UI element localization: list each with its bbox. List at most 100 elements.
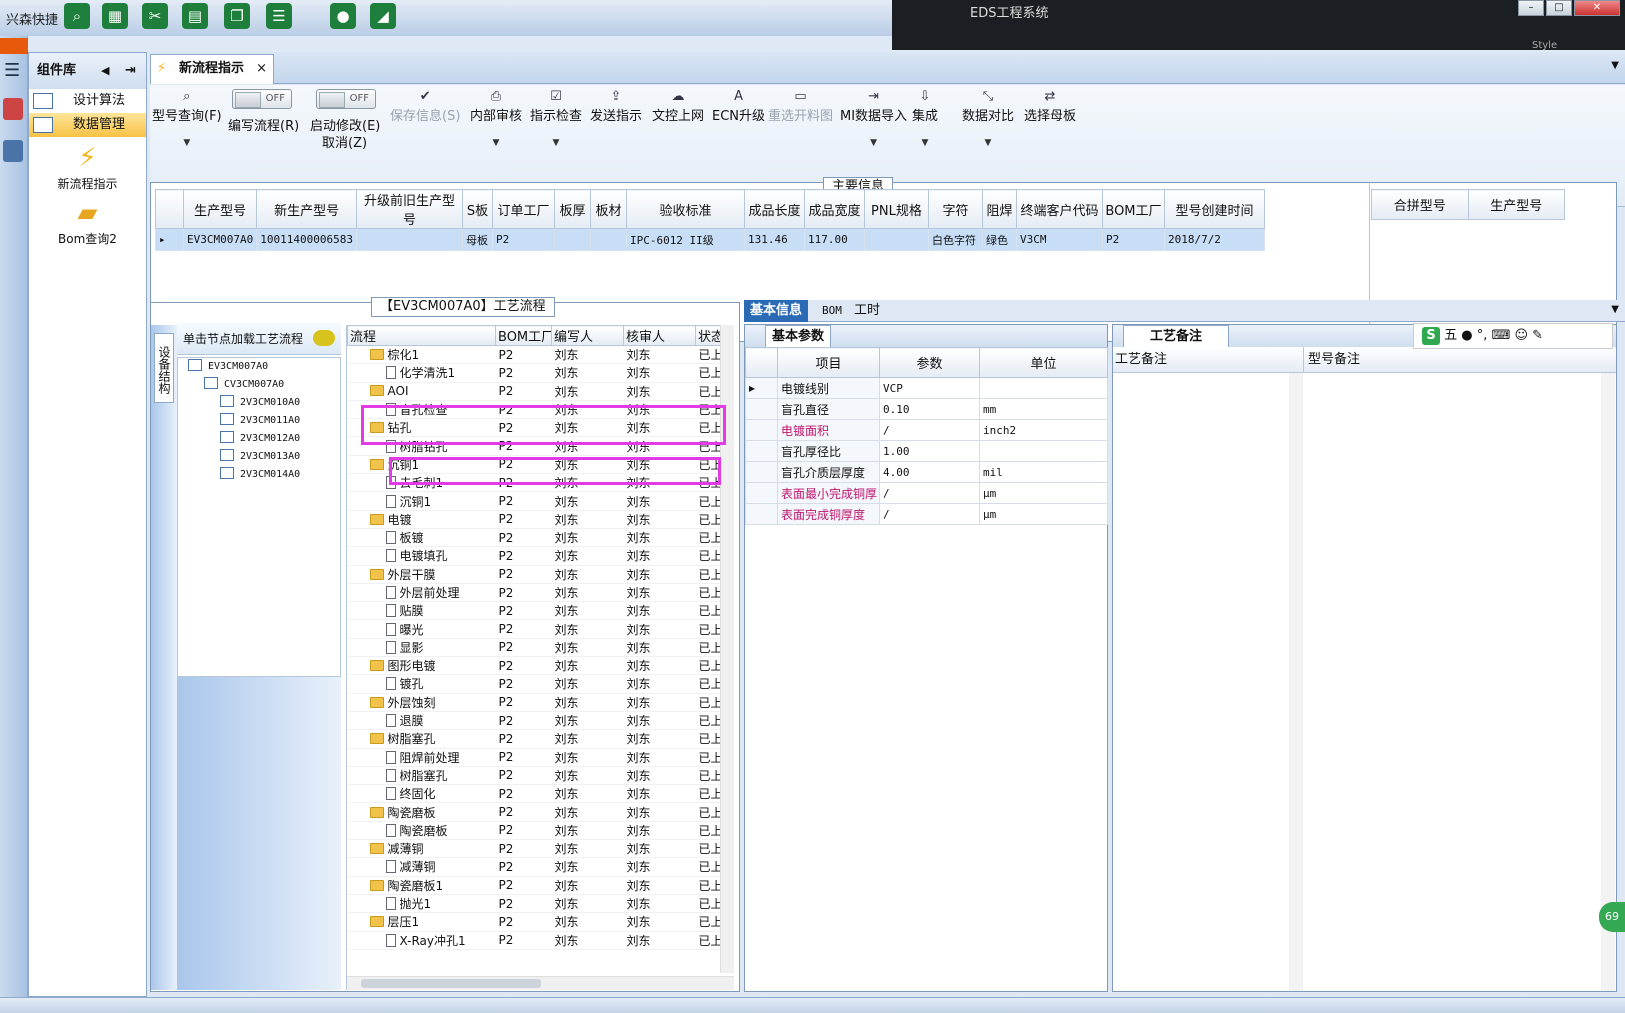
cell[interactable] (589, 228, 627, 251)
cell-unit[interactable]: mil (979, 461, 1108, 483)
cell-writer[interactable]: 刘东 (551, 802, 624, 822)
flow-step[interactable]: 沉铜1 (347, 491, 496, 511)
scissors-icon[interactable]: ✂ (142, 3, 168, 29)
col-header[interactable]: 新生产型号 (256, 189, 357, 229)
table-row[interactable]: 抛光1 P2 刘东 刘东 已上 (347, 894, 730, 914)
nav-item-new-flow[interactable]: ⚡ 新流程指示 (29, 143, 146, 192)
cell-reviewer[interactable]: 刘东 (623, 510, 696, 529)
cell-reviewer[interactable]: 刘东 (623, 619, 696, 639)
cell-reviewer[interactable]: 刘东 (623, 857, 696, 877)
cell-writer[interactable]: 刘东 (551, 583, 624, 603)
tab-work-hours[interactable]: 工时 (848, 300, 886, 322)
cell-bom[interactable]: P2 (495, 931, 552, 950)
select-mother-board-button[interactable]: ⇄ 选择母板 (1024, 89, 1076, 124)
flow-step[interactable]: 电镀 (347, 510, 496, 529)
table-row[interactable]: 图形电镀 P2 刘东 刘东 已上 (347, 656, 730, 676)
cell-item[interactable]: 表面完成铜厚度 (777, 503, 880, 525)
reselect-drawing-button[interactable]: ▭ 重选开料图 (768, 89, 833, 124)
cell-item[interactable]: 表面最小完成铜厚 (777, 482, 880, 504)
table-row[interactable]: X-Ray冲孔1 P2 刘东 刘东 已上 (347, 931, 730, 950)
close-icon[interactable]: × (256, 55, 267, 83)
cell-writer[interactable]: 刘东 (551, 693, 624, 712)
vertical-scrollbar[interactable] (1289, 373, 1303, 991)
cell-bom[interactable]: P2 (495, 345, 552, 365)
table-row[interactable]: 电镀填孔 P2 刘东 刘东 已上 (347, 546, 730, 566)
cell-bom[interactable]: P2 (495, 656, 552, 676)
cell-writer[interactable]: 刘东 (551, 656, 624, 676)
user-icon[interactable]: ● (330, 3, 356, 29)
cell-reviewer[interactable]: 刘东 (623, 583, 696, 603)
cell-bom[interactable]: P2 (495, 857, 552, 877)
col-header[interactable]: 终端客户代码 (1015, 189, 1103, 229)
cell-reviewer[interactable]: 刘东 (623, 656, 696, 676)
cell-value[interactable]: / (879, 503, 980, 525)
table-row[interactable]: ▸ EV3CM007A0 10011400006583 母板 P2 IPC-6012 II… (155, 228, 1265, 251)
save-info-button[interactable]: ✔ 保存信息(S) (390, 89, 460, 124)
col-header[interactable]: 流程 (347, 325, 496, 346)
tab-basic-info[interactable]: 基本信息 (744, 300, 809, 322)
flow-step[interactable]: 陶瓷磨板 (347, 821, 496, 841)
cell-writer[interactable]: 刘东 (551, 784, 624, 804)
flow-step[interactable]: AOI (347, 382, 496, 401)
table-row[interactable]: 化学清洗1 P2 刘东 刘东 已上 (347, 363, 730, 383)
cell-item[interactable]: 盲孔介质层厚度 (777, 461, 880, 483)
cell-reviewer[interactable]: 刘东 (623, 802, 696, 822)
table-row[interactable]: 盲孔直径 0.10 mm (745, 398, 1108, 420)
cell-bom[interactable]: P2 (495, 382, 552, 401)
flow-step[interactable]: 陶瓷磨板 (347, 802, 496, 822)
cell-item[interactable]: 电镀线别 (777, 377, 880, 399)
cell-writer[interactable]: 刘东 (551, 857, 624, 877)
cell-writer[interactable]: 刘东 (551, 711, 624, 731)
col-header[interactable]: 项目 (777, 347, 880, 378)
table-row[interactable]: 外层前处理 P2 刘东 刘东 已上 (347, 583, 730, 603)
factory-icon[interactable] (3, 98, 23, 120)
cell[interactable]: P2 (491, 228, 555, 251)
instruction-check-button[interactable]: ☑ 指示检查 ▼ (530, 89, 582, 148)
cell[interactable]: 绿色 (981, 228, 1017, 251)
chevron-down-icon[interactable]: ▼ (1611, 60, 1619, 71)
cell-writer[interactable]: 刘东 (551, 363, 624, 383)
orange-tab[interactable] (0, 38, 28, 54)
merge-col-header[interactable]: 合拼型号 (1371, 189, 1469, 220)
col-header[interactable]: BOM工厂 (1101, 189, 1165, 229)
nav-item-bom-query[interactable]: ▰ Bom查询2 (29, 198, 146, 247)
cell-writer[interactable]: 刘东 (551, 565, 624, 584)
flow-step[interactable]: 抛光1 (347, 894, 496, 914)
tree-node[interactable]: CV3CM007A0 (178, 376, 340, 394)
cell-reviewer[interactable]: 刘东 (623, 491, 696, 511)
cell[interactable]: IPC-6012 II级 (625, 228, 745, 251)
cell-value[interactable]: 1.00 (879, 440, 980, 462)
cell-unit[interactable]: mm (979, 398, 1108, 420)
cell-writer[interactable]: 刘东 (551, 894, 624, 914)
col-header[interactable]: 生产型号 (182, 189, 258, 229)
cell-bom[interactable]: P2 (495, 766, 552, 786)
cell-bom[interactable]: P2 (495, 784, 552, 804)
cell-writer[interactable]: 刘东 (551, 638, 624, 658)
tree-node[interactable]: 2V3CM011A0 (178, 412, 340, 430)
col-header[interactable]: 单位 (979, 347, 1108, 378)
cell-item[interactable]: 电镀面积 (777, 419, 880, 441)
cell-bom[interactable]: P2 (495, 583, 552, 603)
table-row[interactable]: 树脂塞孔 P2 刘东 刘东 已上 (347, 729, 730, 749)
scroll-thumb[interactable] (361, 979, 541, 988)
cell-item[interactable]: 盲孔厚径比 (777, 440, 880, 462)
col-header[interactable]: 板材 (589, 189, 627, 229)
flow-step[interactable]: 层压1 (347, 912, 496, 932)
upload-button[interactable]: ☁ 文控上网 (652, 89, 704, 124)
flow-step[interactable]: 棕化1 (347, 345, 496, 365)
cell[interactable] (553, 228, 591, 251)
cell-bom[interactable]: P2 (495, 546, 552, 566)
cell[interactable]: 母板 (461, 228, 493, 251)
table-row[interactable]: ▸ 电镀线别 VCP (745, 377, 1108, 399)
cell-writer[interactable]: 刘东 (551, 601, 624, 621)
tab-new-flow[interactable]: ⚡ 新流程指示 × (150, 54, 274, 84)
ecn-upgrade-button[interactable]: A ECN升级 (712, 89, 765, 124)
cell-writer[interactable]: 刘东 (551, 674, 624, 694)
cell[interactable] (355, 228, 463, 251)
tree-node[interactable]: 2V3CM012A0 (178, 430, 340, 448)
table-row[interactable]: 表面完成铜厚度 / μm (745, 503, 1108, 525)
cell-bom[interactable]: P2 (495, 912, 552, 932)
cell-writer[interactable]: 刘东 (551, 491, 624, 511)
cell-writer[interactable]: 刘东 (551, 748, 624, 767)
cell-reviewer[interactable]: 刘东 (623, 363, 696, 383)
